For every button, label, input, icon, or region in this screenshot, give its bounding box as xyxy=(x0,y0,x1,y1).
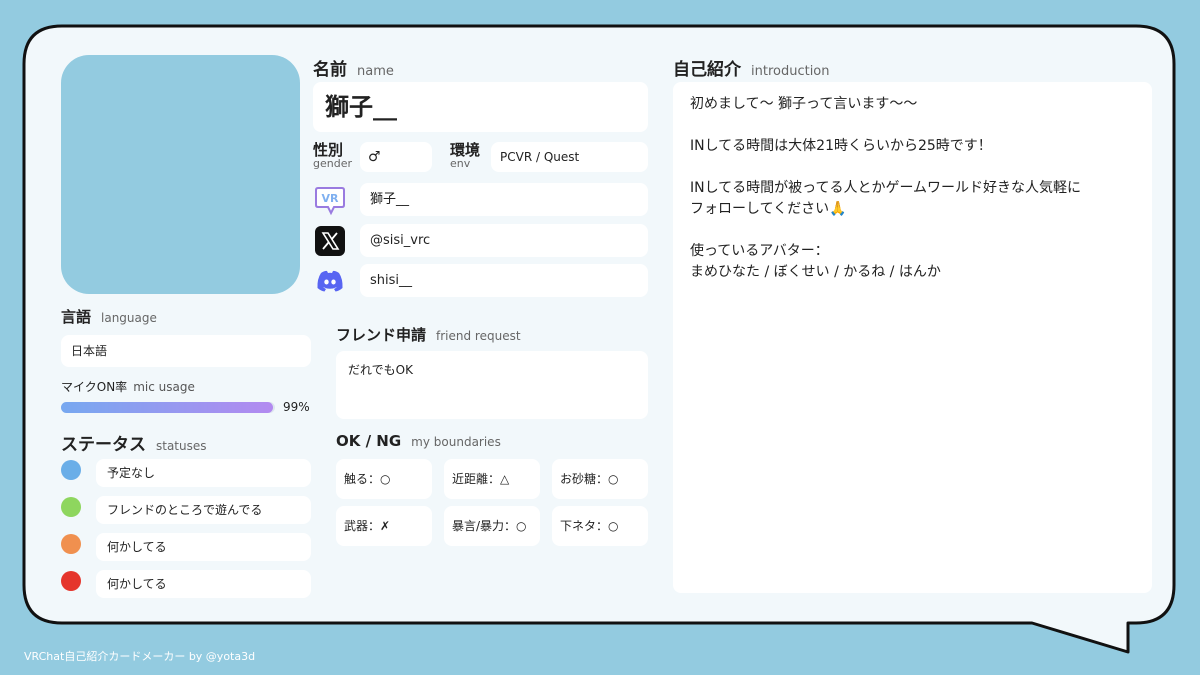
discord-field: shisi__ xyxy=(360,264,648,297)
mic-sublabel: mic usage xyxy=(133,380,195,394)
friend-request-sublabel: friend request xyxy=(436,329,521,343)
statuses-label: ステータス xyxy=(61,435,146,455)
status-item: フレンドのところで遊んでる xyxy=(96,496,311,524)
gender-field: ♂ xyxy=(360,142,432,172)
discord-icon xyxy=(314,265,346,297)
introduction-heading: 自己紹介 introduction xyxy=(673,55,830,80)
boundary-text: お砂糖：○ xyxy=(560,472,619,486)
friend-request-label: フレンド申請 xyxy=(336,326,427,344)
introduction-field: 初めまして〜 獅子って言います〜〜 INしてる時間は大体21時くらいから25時で… xyxy=(673,82,1152,593)
boundary-item: 暴言/暴力：○ xyxy=(444,506,540,546)
avatar-image xyxy=(61,55,300,294)
boundary-item: 触る：○ xyxy=(336,459,432,499)
language-sublabel: language xyxy=(101,311,157,325)
gender-sublabel: gender xyxy=(313,157,352,170)
intro-line: INしてる時間が被ってる人とかゲームワールド好きな人気軽に xyxy=(690,180,1082,196)
mic-bar-track xyxy=(61,402,275,413)
intro-line: 使っているアバター： xyxy=(690,243,829,259)
intro-line xyxy=(690,115,1135,136)
boundary-text: 武器：✗ xyxy=(344,519,391,533)
x-field: @sisi_vrc xyxy=(360,224,648,257)
gender-label-group: 性別 gender xyxy=(313,142,357,170)
boundary-text: 触る：○ xyxy=(344,472,391,486)
name-sublabel: name xyxy=(357,64,394,79)
okng-heading: OK / NG my boundaries xyxy=(336,432,501,450)
mic-heading: マイクON率 mic usage xyxy=(61,378,195,395)
language-value: 日本語 xyxy=(71,344,108,358)
status-text: フレンドのところで遊んでる xyxy=(107,503,263,517)
okng-sublabel: my boundaries xyxy=(411,435,501,449)
status-color-dot xyxy=(61,497,81,517)
name-label: 名前 xyxy=(313,60,347,80)
mic-label: マイクON率 xyxy=(61,380,128,394)
gender-value: ♂ xyxy=(368,149,381,165)
env-value: PCVR / Quest xyxy=(500,150,580,164)
boundary-text: 近距離：△ xyxy=(452,472,510,486)
mic-percent: 99% xyxy=(283,400,310,414)
boundary-item: 武器：✗ xyxy=(336,506,432,546)
vrchat-icon: VR xyxy=(314,184,346,216)
boundary-item: お砂糖：○ xyxy=(552,459,648,499)
okng-label: OK / NG xyxy=(336,432,402,450)
env-sublabel: env xyxy=(450,157,471,170)
introduction-sublabel: introduction xyxy=(751,64,830,79)
friend-request-field: だれでもOK xyxy=(336,351,648,419)
status-text: 予定なし xyxy=(107,466,156,480)
status-item: 何かしてる xyxy=(96,570,311,598)
name-heading: 名前 name xyxy=(313,55,394,80)
x-logo-icon xyxy=(314,225,346,257)
boundary-item: 近距離：△ xyxy=(444,459,540,499)
intro-line: 初めまして〜 獅子って言います〜〜 xyxy=(690,96,918,112)
footer-credit: VRChat自己紹介カードメーカー by @yota3d xyxy=(24,650,256,663)
introduction-label: 自己紹介 xyxy=(673,60,741,80)
env-field: PCVR / Quest xyxy=(491,142,648,172)
env-label: 環境 xyxy=(450,141,481,159)
friend-request-heading: フレンド申請 friend request xyxy=(336,324,521,345)
language-label: 言語 xyxy=(61,308,92,326)
gender-label: 性別 xyxy=(313,141,344,159)
status-color-dot xyxy=(61,460,81,480)
statuses-heading: ステータス statuses xyxy=(61,430,207,455)
statuses-sublabel: statuses xyxy=(156,439,207,453)
discord-value: shisi__ xyxy=(370,273,413,288)
vrchat-field: 獅子__ xyxy=(360,183,648,216)
name-field: 獅子__ xyxy=(313,82,648,132)
boundary-text: 下ネタ：○ xyxy=(560,519,619,533)
svg-text:VR: VR xyxy=(322,192,340,205)
env-label-group: 環境 env xyxy=(450,142,490,170)
status-item: 何かしてる xyxy=(96,533,311,561)
status-color-dot xyxy=(61,534,81,554)
status-text: 何かしてる xyxy=(107,540,167,554)
status-text: 何かしてる xyxy=(107,577,167,591)
language-heading: 言語 language xyxy=(61,306,157,327)
intro-line xyxy=(690,220,1135,241)
intro-line xyxy=(690,157,1135,178)
vrchat-value: 獅子__ xyxy=(370,192,410,207)
intro-line: INしてる時間は大体21時くらいから25時です！ xyxy=(690,138,992,154)
status-color-dot xyxy=(61,571,81,591)
friend-request-value: だれでもOK xyxy=(348,363,413,377)
intro-line: まめひなた / ぼくせい / かるね / はんか xyxy=(690,264,941,280)
boundary-item: 下ネタ：○ xyxy=(552,506,648,546)
intro-line: フォローしてください🙏 xyxy=(690,201,847,217)
language-field: 日本語 xyxy=(61,335,311,367)
boundary-text: 暴言/暴力：○ xyxy=(452,519,527,533)
mic-bar-fill xyxy=(61,402,273,413)
name-value: 獅子__ xyxy=(325,93,397,121)
x-value: @sisi_vrc xyxy=(370,233,431,248)
status-item: 予定なし xyxy=(96,459,311,487)
